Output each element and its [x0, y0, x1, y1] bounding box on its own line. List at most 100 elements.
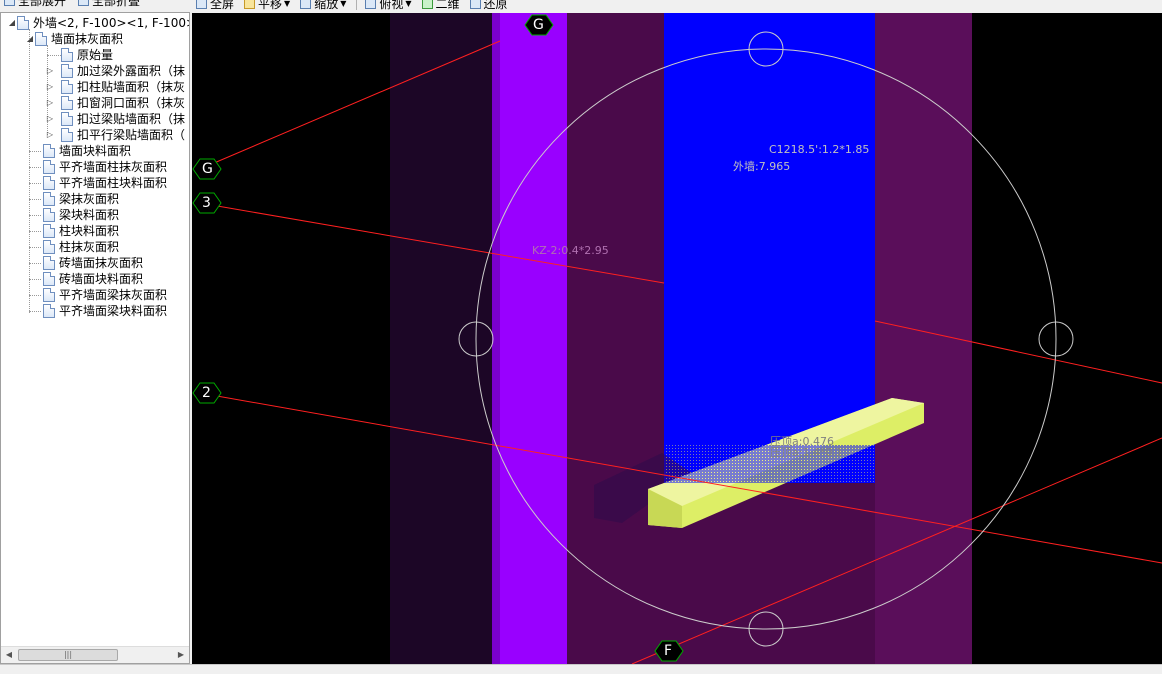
view-icon: [365, 0, 377, 9]
fullscreen-button[interactable]: 全屏: [196, 0, 234, 12]
tree-item-label: 平齐墙面柱块料面积: [59, 176, 168, 190]
horizontal-scrollbar[interactable]: ◀ ||| ▶: [1, 646, 189, 663]
tree-item[interactable]: 平齐墙面柱块料面积: [29, 175, 167, 191]
document-icon: [43, 288, 55, 302]
tree-guide: [29, 199, 41, 200]
tree-item[interactable]: 梁块料面积: [29, 207, 119, 223]
tree-guide: [29, 183, 41, 184]
expand-icon: [4, 0, 15, 6]
pan-button[interactable]: 平移 ▼: [244, 0, 290, 12]
document-icon: [43, 256, 55, 270]
collapse-tree-icon[interactable]: ◢: [25, 31, 35, 47]
axis-label-f: F: [664, 643, 673, 659]
tree-item[interactable]: 砖墙面抹灰面积: [29, 255, 143, 271]
3d-scene[interactable]: [192, 13, 1162, 664]
scroll-right-icon[interactable]: ▶: [173, 647, 189, 663]
tree-guide: [29, 311, 41, 312]
tree-item-label: 平齐墙面梁抹灰面积: [59, 288, 168, 302]
tree-child-label: 加过梁外露面积（抹: [77, 64, 186, 78]
tree-guide: [29, 231, 41, 232]
restore-button[interactable]: 还原: [469, 0, 508, 12]
toolbar-divider: [356, 0, 358, 10]
scroll-left-icon[interactable]: ◀: [1, 647, 17, 663]
view-mode-button[interactable]: 俯视 ▼: [365, 0, 412, 12]
column-kz2[interactable]: [500, 13, 567, 664]
expand-tree-icon[interactable]: ▷: [45, 95, 55, 111]
tree-child[interactable]: ▷ 扣平行梁贴墙面积（: [45, 127, 185, 143]
tree-child[interactable]: ▷ 扣柱贴墙面积（抹灰: [45, 79, 185, 95]
collapse-all-label: 全部折叠: [92, 0, 141, 8]
axis-label-3: 3: [202, 195, 211, 211]
tree-group-wall-plaster[interactable]: ◢ 墙面抹灰面积: [25, 31, 123, 47]
expand-all-button[interactable]: 全部展开: [4, 0, 66, 8]
pan-icon: [244, 0, 256, 9]
document-icon: [61, 48, 73, 62]
tree-guide: [29, 151, 41, 152]
expand-tree-icon[interactable]: ▷: [45, 63, 55, 79]
tree-child[interactable]: ▷ 扣过梁贴墙面积（抹: [45, 111, 185, 127]
view-mode-label: 俯视: [379, 0, 404, 11]
zoom-button[interactable]: 缩放 ▼: [300, 0, 346, 12]
document-icon: [43, 144, 55, 158]
2d-button[interactable]: 二维: [421, 0, 460, 12]
window-dimension-label: C1218.5':1.2*1.85: [769, 143, 870, 156]
axis-label-2: 2: [202, 385, 211, 401]
fullscreen-label: 全屏: [210, 0, 235, 11]
pan-label: 平移: [258, 0, 283, 11]
tree-item-label: 柱块料面积: [59, 224, 120, 238]
sill-dimension-label: 压顶a:1.4*0.1: [770, 446, 843, 459]
document-icon: [61, 64, 73, 78]
document-icon: [43, 304, 55, 318]
document-icon: [43, 160, 55, 174]
status-bar: [0, 664, 1162, 674]
tree-item[interactable]: 平齐墙面梁块料面积: [29, 303, 167, 319]
tree-child[interactable]: ▷ 加过梁外露面积（抹: [45, 63, 185, 79]
tree-item-label: 梁抹灰面积: [59, 192, 120, 206]
2d-icon: [421, 0, 433, 9]
zoom-icon: [300, 0, 312, 9]
3d-viewport[interactable]: G G 3 2 F C1218.5':1.2*1.85 外墙:7.965 KZ-…: [192, 13, 1162, 664]
document-icon: [61, 80, 73, 94]
document-icon: [43, 208, 55, 222]
document-icon: [61, 128, 73, 142]
document-icon: [43, 176, 55, 190]
document-icon: [61, 112, 73, 126]
restore-icon: [469, 0, 481, 9]
tree-child-label: 扣窗洞口面积（抹灰: [77, 96, 186, 110]
tree-item-label: 柱抹灰面积: [59, 240, 120, 254]
scroll-thumb[interactable]: |||: [18, 649, 118, 661]
tree-item[interactable]: 平齐墙面梁抹灰面积: [29, 287, 167, 303]
tree-item[interactable]: 柱块料面积: [29, 223, 119, 239]
app-window: 全部展开 全部折叠 全屏 平移 ▼ 缩放 ▼ 俯视 ▼ 二维 还原 ◢ 外墙<2…: [0, 0, 1162, 674]
tree-child[interactable]: 原始量: [47, 47, 113, 63]
chevron-down-icon: ▼: [340, 0, 347, 8]
tree-item-label: 梁块料面积: [59, 208, 120, 222]
collapse-tree-icon[interactable]: ◢: [7, 15, 17, 31]
wall-panel-dark: [390, 13, 500, 664]
document-icon: [43, 240, 55, 254]
tree-guide: [47, 55, 61, 56]
tree-item[interactable]: 平齐墙面柱抹灰面积: [29, 159, 167, 175]
tree-item[interactable]: 墙面块料面积: [29, 143, 131, 159]
document-icon: [43, 192, 55, 206]
tree-item-label: 砖墙面抹灰面积: [59, 256, 144, 270]
tree-child[interactable]: ▷ 扣窗洞口面积（抹灰: [45, 95, 185, 111]
expand-tree-icon[interactable]: ▷: [45, 79, 55, 95]
tree-root-label: 外墙<2, F-100><1, F-100>: [33, 16, 190, 30]
document-icon: [35, 32, 47, 46]
document-icon: [17, 16, 29, 30]
collapse-icon: [78, 0, 90, 6]
tree-guide: [29, 295, 41, 296]
quantity-tree: ◢ 外墙<2, F-100><1, F-100> ◢ 墙面抹灰面积 原始量 ▷ …: [0, 12, 190, 664]
zoom-label: 缩放: [314, 0, 339, 11]
tree-item[interactable]: 柱抹灰面积: [29, 239, 119, 255]
collapse-all-button[interactable]: 全部折叠: [78, 0, 140, 8]
expand-tree-icon[interactable]: ▷: [45, 127, 55, 143]
tree-item-label: 平齐墙面梁块料面积: [59, 304, 168, 318]
expand-tree-icon[interactable]: ▷: [45, 111, 55, 127]
tree-guide: [29, 167, 41, 168]
window-c1218[interactable]: [664, 13, 875, 483]
tree-root[interactable]: ◢ 外墙<2, F-100><1, F-100>: [7, 15, 190, 31]
tree-item[interactable]: 梁抹灰面积: [29, 191, 119, 207]
tree-item[interactable]: 砖墙面块料面积: [29, 271, 143, 287]
